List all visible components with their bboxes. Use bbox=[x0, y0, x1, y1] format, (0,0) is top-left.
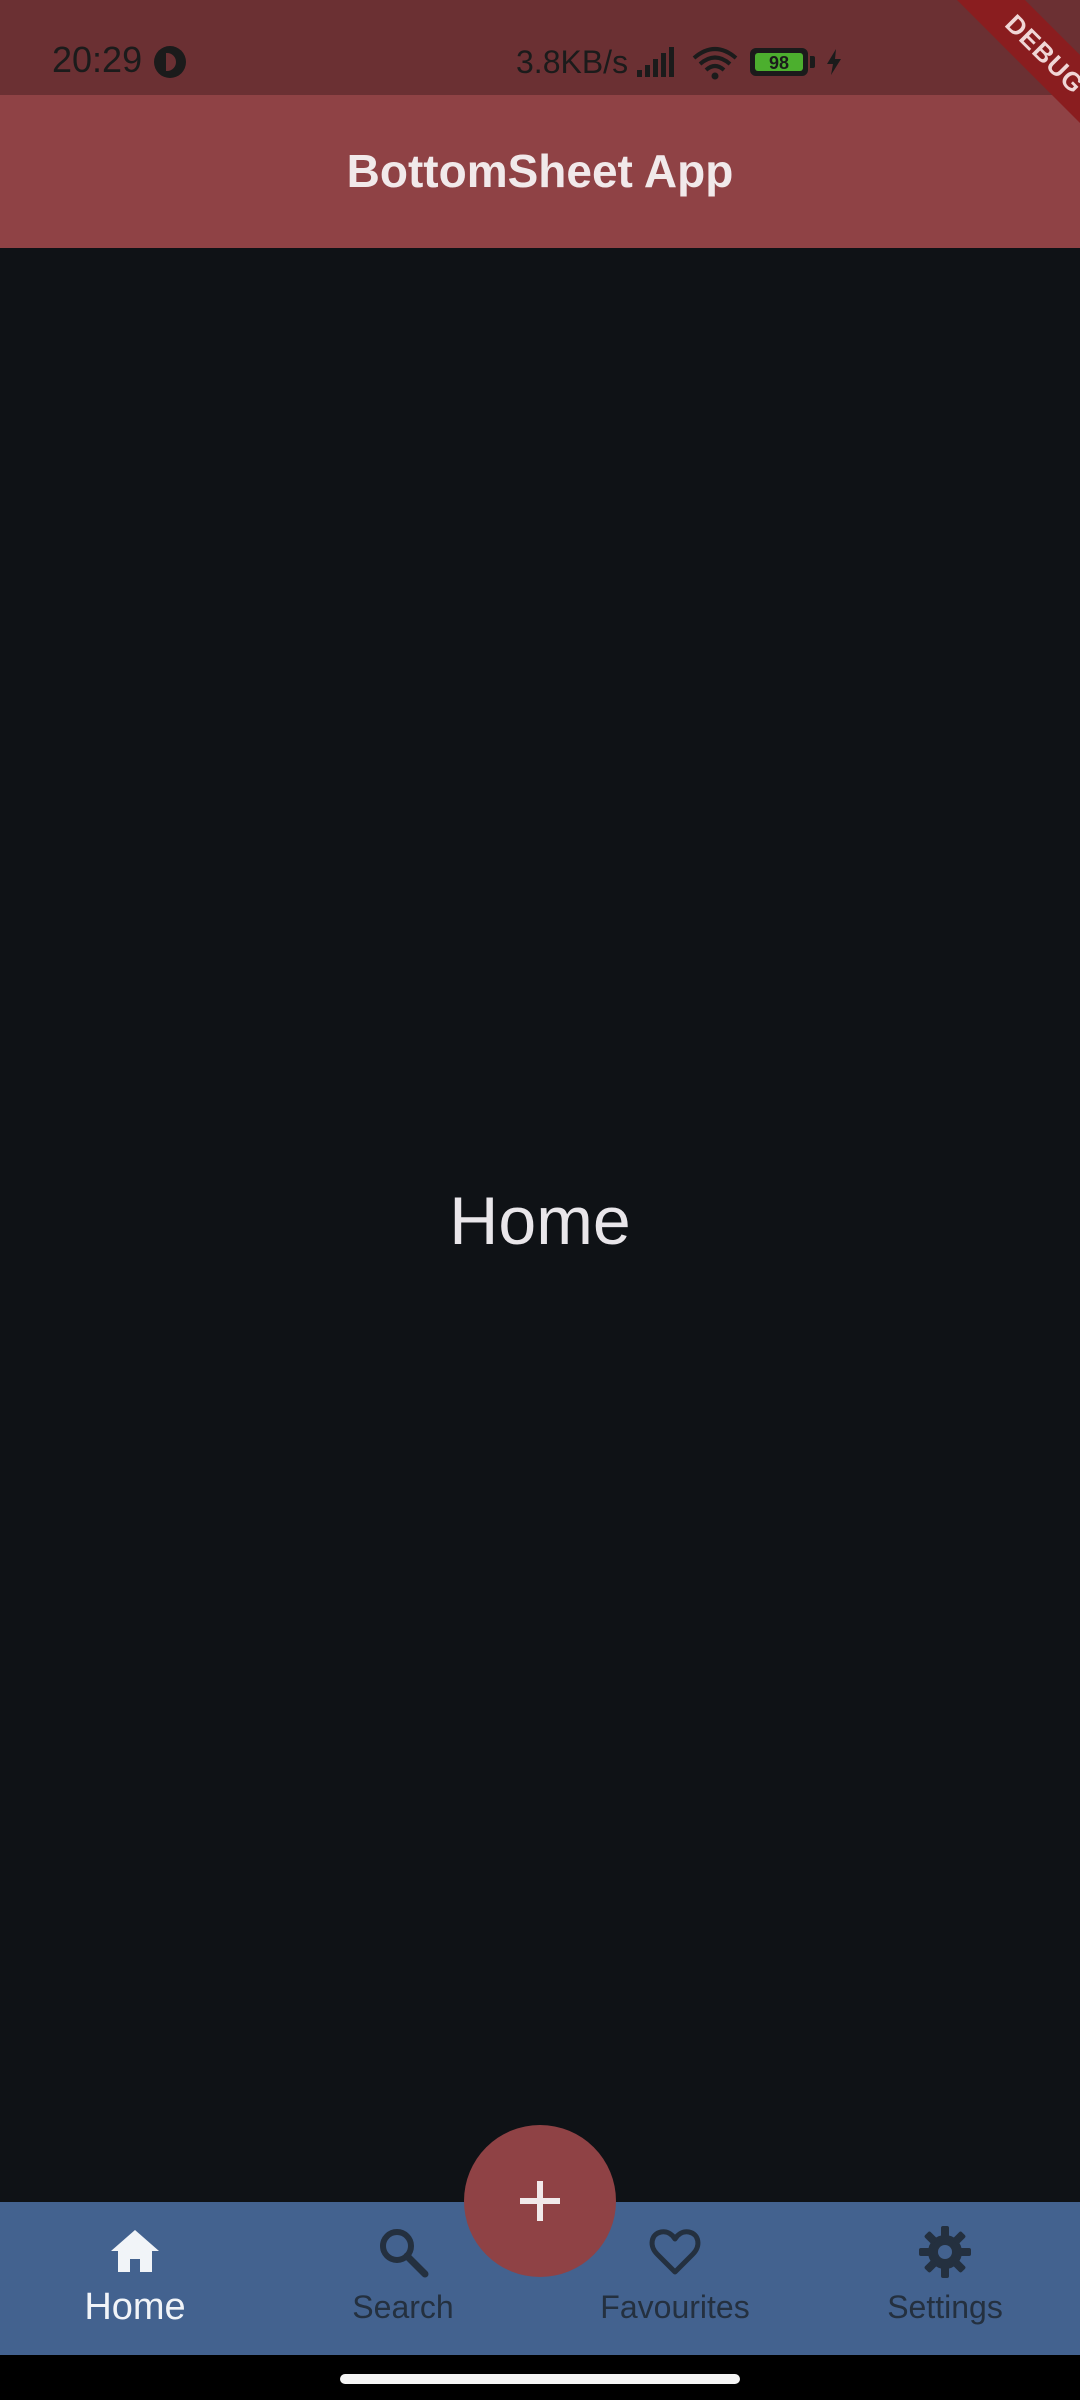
nav-label-favourites: Favourites bbox=[600, 2289, 750, 2325]
page-label: Home bbox=[449, 1183, 631, 1259]
battery-level: 98 bbox=[755, 53, 803, 73]
status-bar: 20:29 3.8KB/s 98 bbox=[0, 0, 1080, 95]
signal-icon bbox=[637, 47, 674, 77]
search-icon bbox=[380, 2229, 429, 2278]
network-speed: 3.8KB/s bbox=[516, 44, 629, 80]
battery-icon: 98 bbox=[750, 48, 808, 76]
nav-item-settings[interactable]: Settings bbox=[810, 2222, 1080, 2342]
home-indicator[interactable] bbox=[340, 2374, 740, 2384]
nav-label-settings: Settings bbox=[887, 2289, 1003, 2325]
home-page: Home bbox=[0, 248, 1080, 2202]
charging-icon bbox=[827, 49, 841, 75]
gear-icon bbox=[919, 2226, 971, 2278]
privacy-dot-icon bbox=[154, 46, 186, 78]
heart-icon bbox=[649, 2229, 701, 2275]
system-navigation-bar bbox=[0, 2355, 1080, 2400]
add-icon bbox=[520, 2181, 560, 2221]
wifi-icon bbox=[692, 47, 738, 80]
status-time: 20:29 bbox=[52, 39, 143, 80]
battery-nub bbox=[810, 56, 815, 68]
screen: 20:29 3.8KB/s 98 DEBUG BottomSheet App H… bbox=[0, 0, 1080, 2400]
add-button[interactable] bbox=[464, 2125, 616, 2277]
app-title: BottomSheet App bbox=[346, 145, 734, 197]
home-icon bbox=[111, 2230, 159, 2272]
app-bar: BottomSheet App bbox=[0, 95, 1080, 248]
nav-label-search: Search bbox=[352, 2289, 454, 2325]
nav-item-home[interactable]: Home bbox=[0, 2222, 270, 2342]
nav-label-home: Home bbox=[84, 2286, 186, 2328]
